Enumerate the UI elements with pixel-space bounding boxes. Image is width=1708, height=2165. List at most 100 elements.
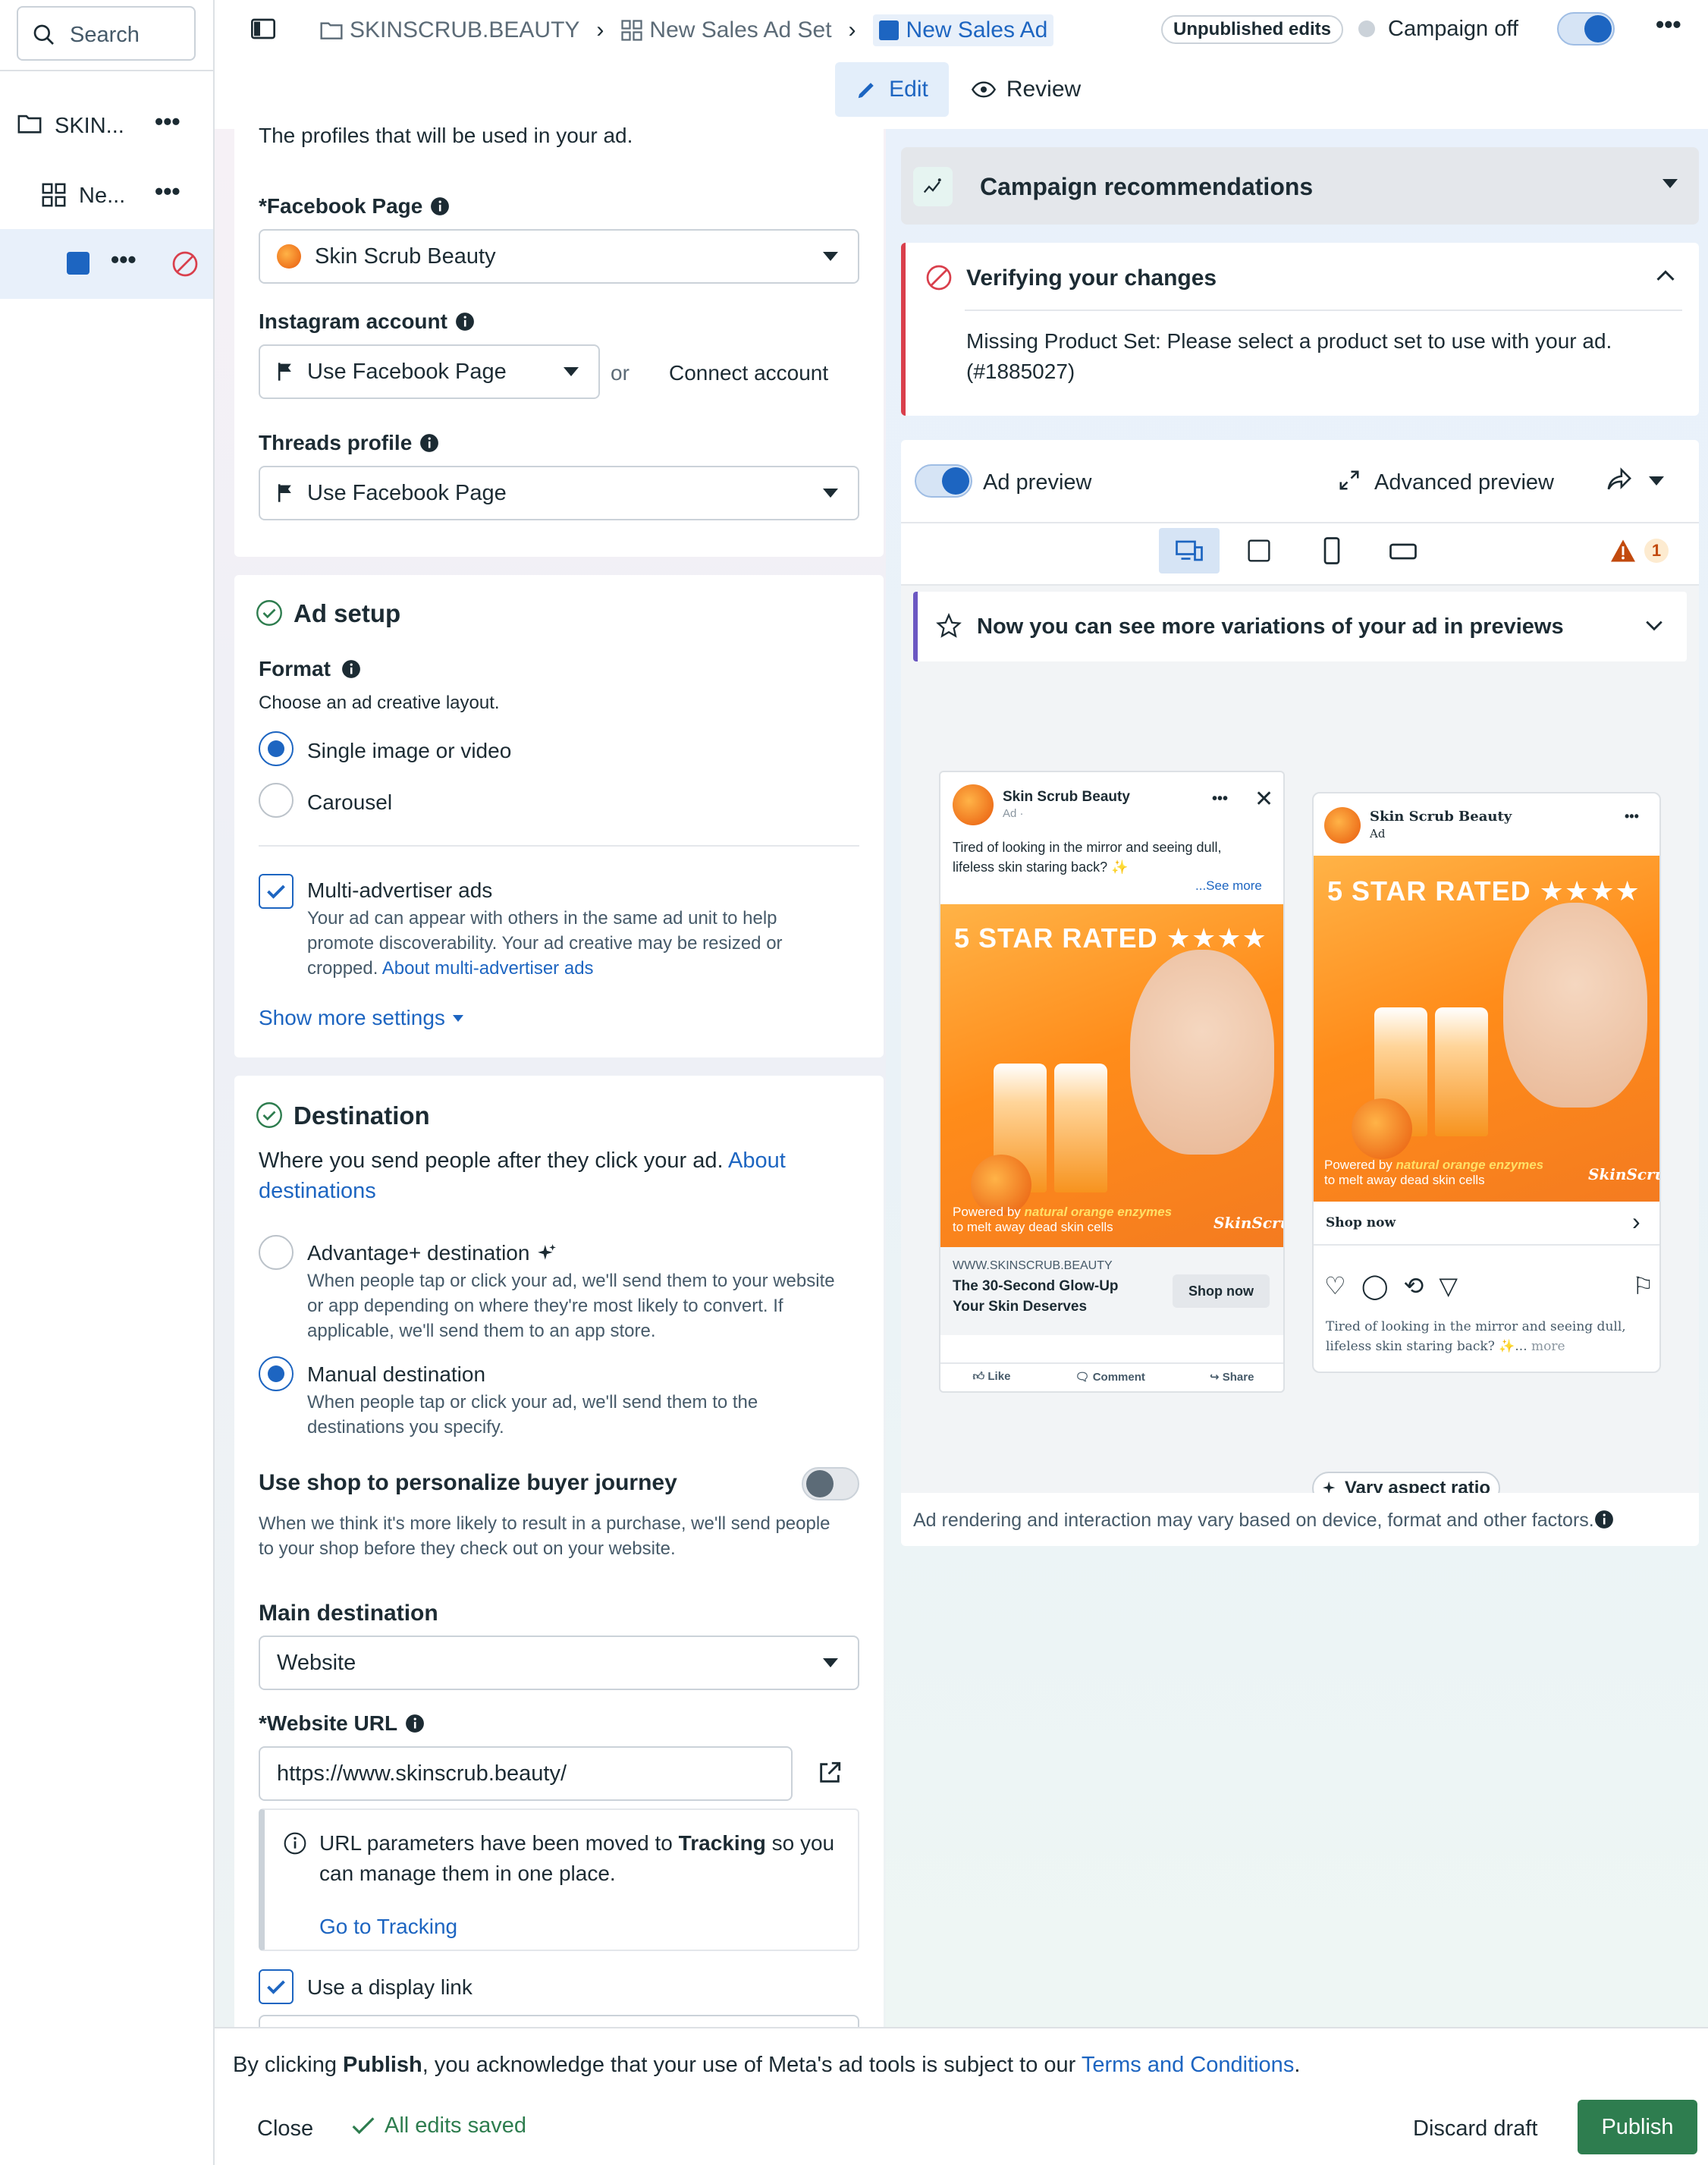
multi-advertiser-checkbox[interactable]: [259, 874, 294, 909]
radio-advantage-destination[interactable]: [259, 1235, 294, 1270]
more-icon[interactable]: •••: [1656, 11, 1681, 39]
display-link-checkbox[interactable]: [259, 1969, 294, 2004]
format-sub: Choose an ad creative layout.: [259, 693, 500, 713]
search-input[interactable]: Search: [70, 23, 140, 48]
ad-icon: [878, 20, 899, 40]
disclaimer-text: Ad rendering and interaction may vary ba…: [913, 1510, 1594, 1531]
radio-carousel[interactable]: [259, 783, 294, 818]
destination-card: Destination Where you send people after …: [234, 1076, 884, 2045]
verify-card: Verifying your changes Missing Product S…: [901, 243, 1699, 416]
shop-toggle[interactable]: [802, 1467, 859, 1500]
campaign-recommendations[interactable]: Campaign recommendations: [901, 147, 1699, 225]
close-button[interactable]: Close: [257, 2116, 313, 2141]
threads-select[interactable]: Use Facebook Page: [259, 466, 859, 520]
radio-manual-destination[interactable]: [259, 1356, 294, 1391]
device-all-icon[interactable]: [1159, 528, 1220, 573]
about-destinations-link-2[interactable]: destinations: [259, 1179, 376, 1203]
ad-setup-title: Ad setup: [294, 599, 401, 627]
heart-icon: ♡: [1324, 1272, 1346, 1299]
breadcrumb: SKINSCRUB.BEAUTY › New Sales Ad Set › Ne…: [319, 14, 1054, 46]
pencil-icon: [856, 78, 878, 101]
fb-headline: The 30-Second Glow-Up Your Skin Deserves: [953, 1278, 1119, 1315]
chevron-up-icon[interactable]: [1655, 267, 1676, 284]
more-icon[interactable]: •••: [111, 246, 137, 274]
fb-link-bar: WWW.SKINSCRUB.BEAUTY The 30-Second Glow-…: [940, 1247, 1283, 1335]
square-format-icon[interactable]: [1247, 539, 1271, 563]
fb-shop-now-button: Shop now: [1173, 1274, 1270, 1308]
sidebar-item-label: Ne...: [79, 184, 126, 208]
fb-powered-text: Powered by natural orange enzymes to mel…: [953, 1205, 1173, 1234]
reco-title: Campaign recommendations: [980, 173, 1314, 200]
go-to-tracking-link[interactable]: Go to Tracking: [319, 1915, 457, 1939]
ig-shop-now-bar: Shop now ›: [1314, 1202, 1659, 1246]
expand-icon: [1338, 469, 1361, 492]
caret-down-icon[interactable]: [1649, 476, 1664, 485]
publish-button[interactable]: Publish: [1578, 2100, 1697, 2154]
sidebar-item-label: SKIN...: [55, 114, 124, 138]
checkmark-icon: [351, 2116, 375, 2137]
sidebar-toggle-icon[interactable]: [251, 18, 275, 39]
website-url-input[interactable]: https://www.skinscrub.beauty/: [259, 1746, 793, 1801]
sidebar-item-campaign[interactable]: SKIN... •••: [0, 99, 213, 152]
manual-label: Manual destination: [307, 1362, 486, 1386]
main-destination-select[interactable]: Website: [259, 1636, 859, 1690]
sparkle-icon: [537, 1243, 557, 1263]
grid-icon: [41, 182, 67, 208]
ig-shop-now-label: Shop now: [1326, 1215, 1396, 1230]
info-icon: [1594, 1510, 1614, 1529]
vertical-format-icon[interactable]: [1323, 537, 1341, 564]
sidebar-item-ad[interactable]: •••: [0, 229, 213, 299]
horizontal-format-icon[interactable]: [1389, 542, 1417, 561]
model-face: [1503, 903, 1647, 1108]
ad-preview-toggle[interactable]: [915, 464, 972, 498]
more-icon[interactable]: •••: [155, 108, 181, 136]
about-multi-advertiser-link[interactable]: About multi-advertiser ads: [382, 958, 594, 979]
caret-down-icon: [452, 1014, 463, 1022]
more-icon: •••: [1212, 790, 1229, 807]
fb-domain: WWW.SKINSCRUB.BEAUTY: [953, 1259, 1113, 1272]
breadcrumb-ad[interactable]: New Sales Ad: [872, 14, 1054, 46]
ig-ad-image: 5 STAR RATED ★★★★ Powered by natural ora…: [1314, 856, 1659, 1202]
more-icon[interactable]: •••: [155, 178, 181, 206]
breadcrumb-campaign[interactable]: SKINSCRUB.BEAUTY: [350, 17, 579, 43]
radio-single-image[interactable]: [259, 731, 294, 766]
multi-advertiser-desc: Your ad can appear with others in the sa…: [307, 908, 783, 979]
campaign-status: Campaign off: [1388, 17, 1518, 41]
connect-account-button[interactable]: Connect account: [669, 361, 828, 385]
folder-icon: [17, 112, 42, 135]
terms-link[interactable]: Terms and Conditions: [1082, 2053, 1294, 2077]
brand-logo: SkinScrub: [1588, 1165, 1659, 1183]
external-link-icon[interactable]: [817, 1760, 843, 1786]
variations-banner[interactable]: Now you can see more variations of your …: [913, 592, 1687, 661]
sidebar-item-adset[interactable]: Ne... •••: [0, 168, 213, 222]
error-icon: [925, 264, 953, 291]
chevron-right-icon: ›: [848, 17, 856, 42]
tab-edit[interactable]: Edit: [835, 62, 949, 117]
about-destinations-link[interactable]: About: [728, 1148, 786, 1173]
campaign-toggle[interactable]: [1557, 12, 1615, 46]
destination-title: Destination: [294, 1101, 430, 1130]
instagram-feed-preview: Skin Scrub Beauty Ad ••• 5 STAR RATED ★★…: [1312, 792, 1661, 1373]
show-more-settings-link[interactable]: Show more settings: [259, 1006, 463, 1030]
advantage-label: Advantage+ destination: [307, 1241, 557, 1265]
ig-ad-label: Ad: [1370, 827, 1386, 841]
share-icon[interactable]: [1606, 467, 1632, 492]
search-box[interactable]: Search: [17, 6, 196, 61]
instagram-select[interactable]: Use Facebook Page: [259, 344, 600, 399]
chevron-down-icon: [823, 489, 838, 498]
top-bar: SKINSCRUB.BEAUTY › New Sales Ad Set › Ne…: [215, 0, 1708, 129]
fb-see-more: ...See more: [1195, 878, 1262, 893]
share-icon: ↪ Share: [1209, 1371, 1254, 1384]
shop-label: Use shop to personalize buyer journey: [259, 1470, 677, 1495]
manual-desc: When people tap or click your ad, we'll …: [307, 1392, 758, 1438]
ig-actions: ♡ ◯ ⟲ ▽: [1324, 1271, 1458, 1300]
discard-draft-button[interactable]: Discard draft: [1413, 2116, 1537, 2141]
facebook-page-select[interactable]: Skin Scrub Beauty: [259, 229, 859, 284]
breadcrumb-adset[interactable]: New Sales Ad Set: [649, 17, 831, 43]
info-icon: [341, 659, 361, 679]
advanced-preview-button[interactable]: Advanced preview: [1374, 470, 1554, 495]
main-destination-label: Main destination: [259, 1601, 438, 1626]
tab-review[interactable]: Review: [962, 62, 1091, 117]
carousel-label: Carousel: [307, 790, 393, 814]
fb-ad-image: 5 STAR RATED ★★★★ Powered by natural ora…: [940, 904, 1283, 1247]
